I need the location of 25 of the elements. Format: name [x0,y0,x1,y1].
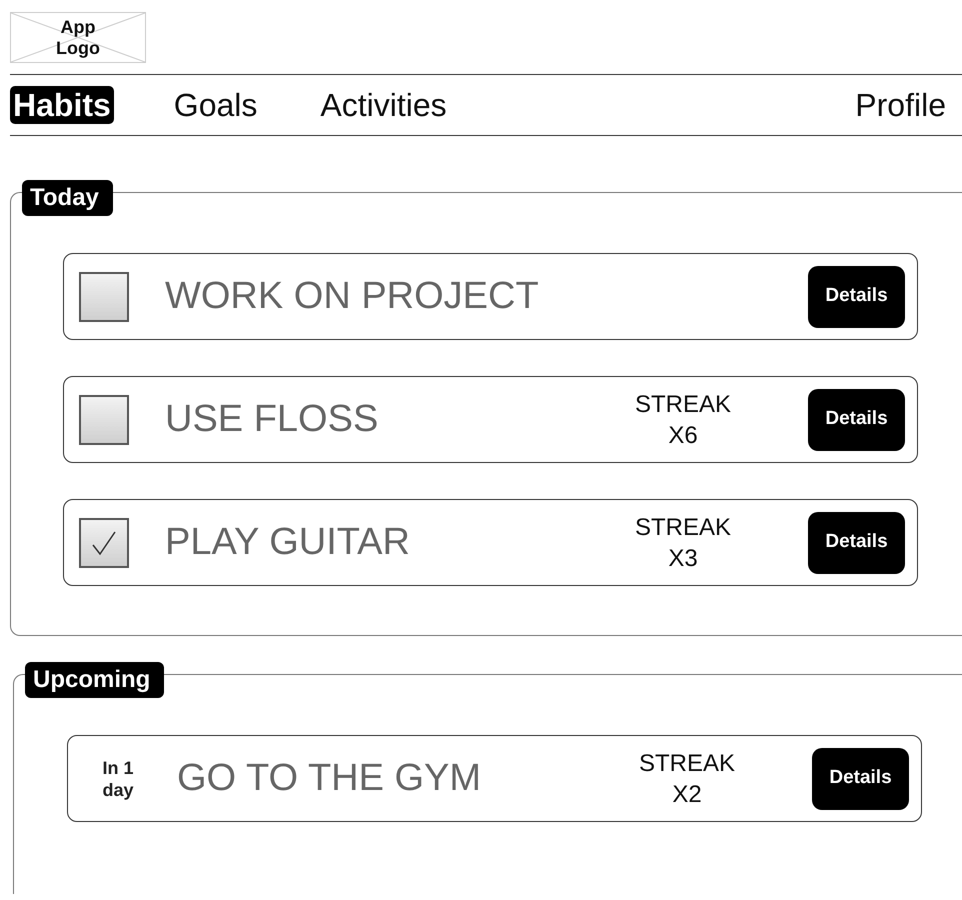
nav-tab[interactable]: Habits [10,86,114,124]
habit-title: GO TO THE GYM [177,756,482,801]
details-button[interactable]: Details [808,512,905,574]
details-button[interactable]: Details [808,388,905,450]
streak-text: X6 [668,420,698,450]
logo-text: App Logo [55,16,101,58]
details-button[interactable]: Details [808,266,905,328]
nav-tab[interactable]: Goals [170,86,260,124]
due-label: In 1 day [101,756,135,800]
nav-tab[interactable]: Activities [317,86,450,124]
checkbox[interactable] [79,518,129,568]
checkbox[interactable] [79,394,129,444]
streak-text: X2 [672,780,702,810]
section-title: Today [22,180,113,216]
streak-text: STREAK [634,512,732,542]
habit-title: USE FLOSS [165,397,380,442]
section-title: Upcoming [25,662,164,698]
profile-link[interactable]: Profile [855,81,946,129]
checkbox[interactable] [79,272,129,322]
streak-text: X3 [668,544,698,574]
streak-text: STREAK [634,390,732,420]
streak-text: STREAK [638,748,736,778]
habit-title: PLAY GUITAR [165,520,411,565]
habit-title: WORK ON PROJECT [165,274,540,319]
details-button[interactable]: Details [812,748,909,810]
